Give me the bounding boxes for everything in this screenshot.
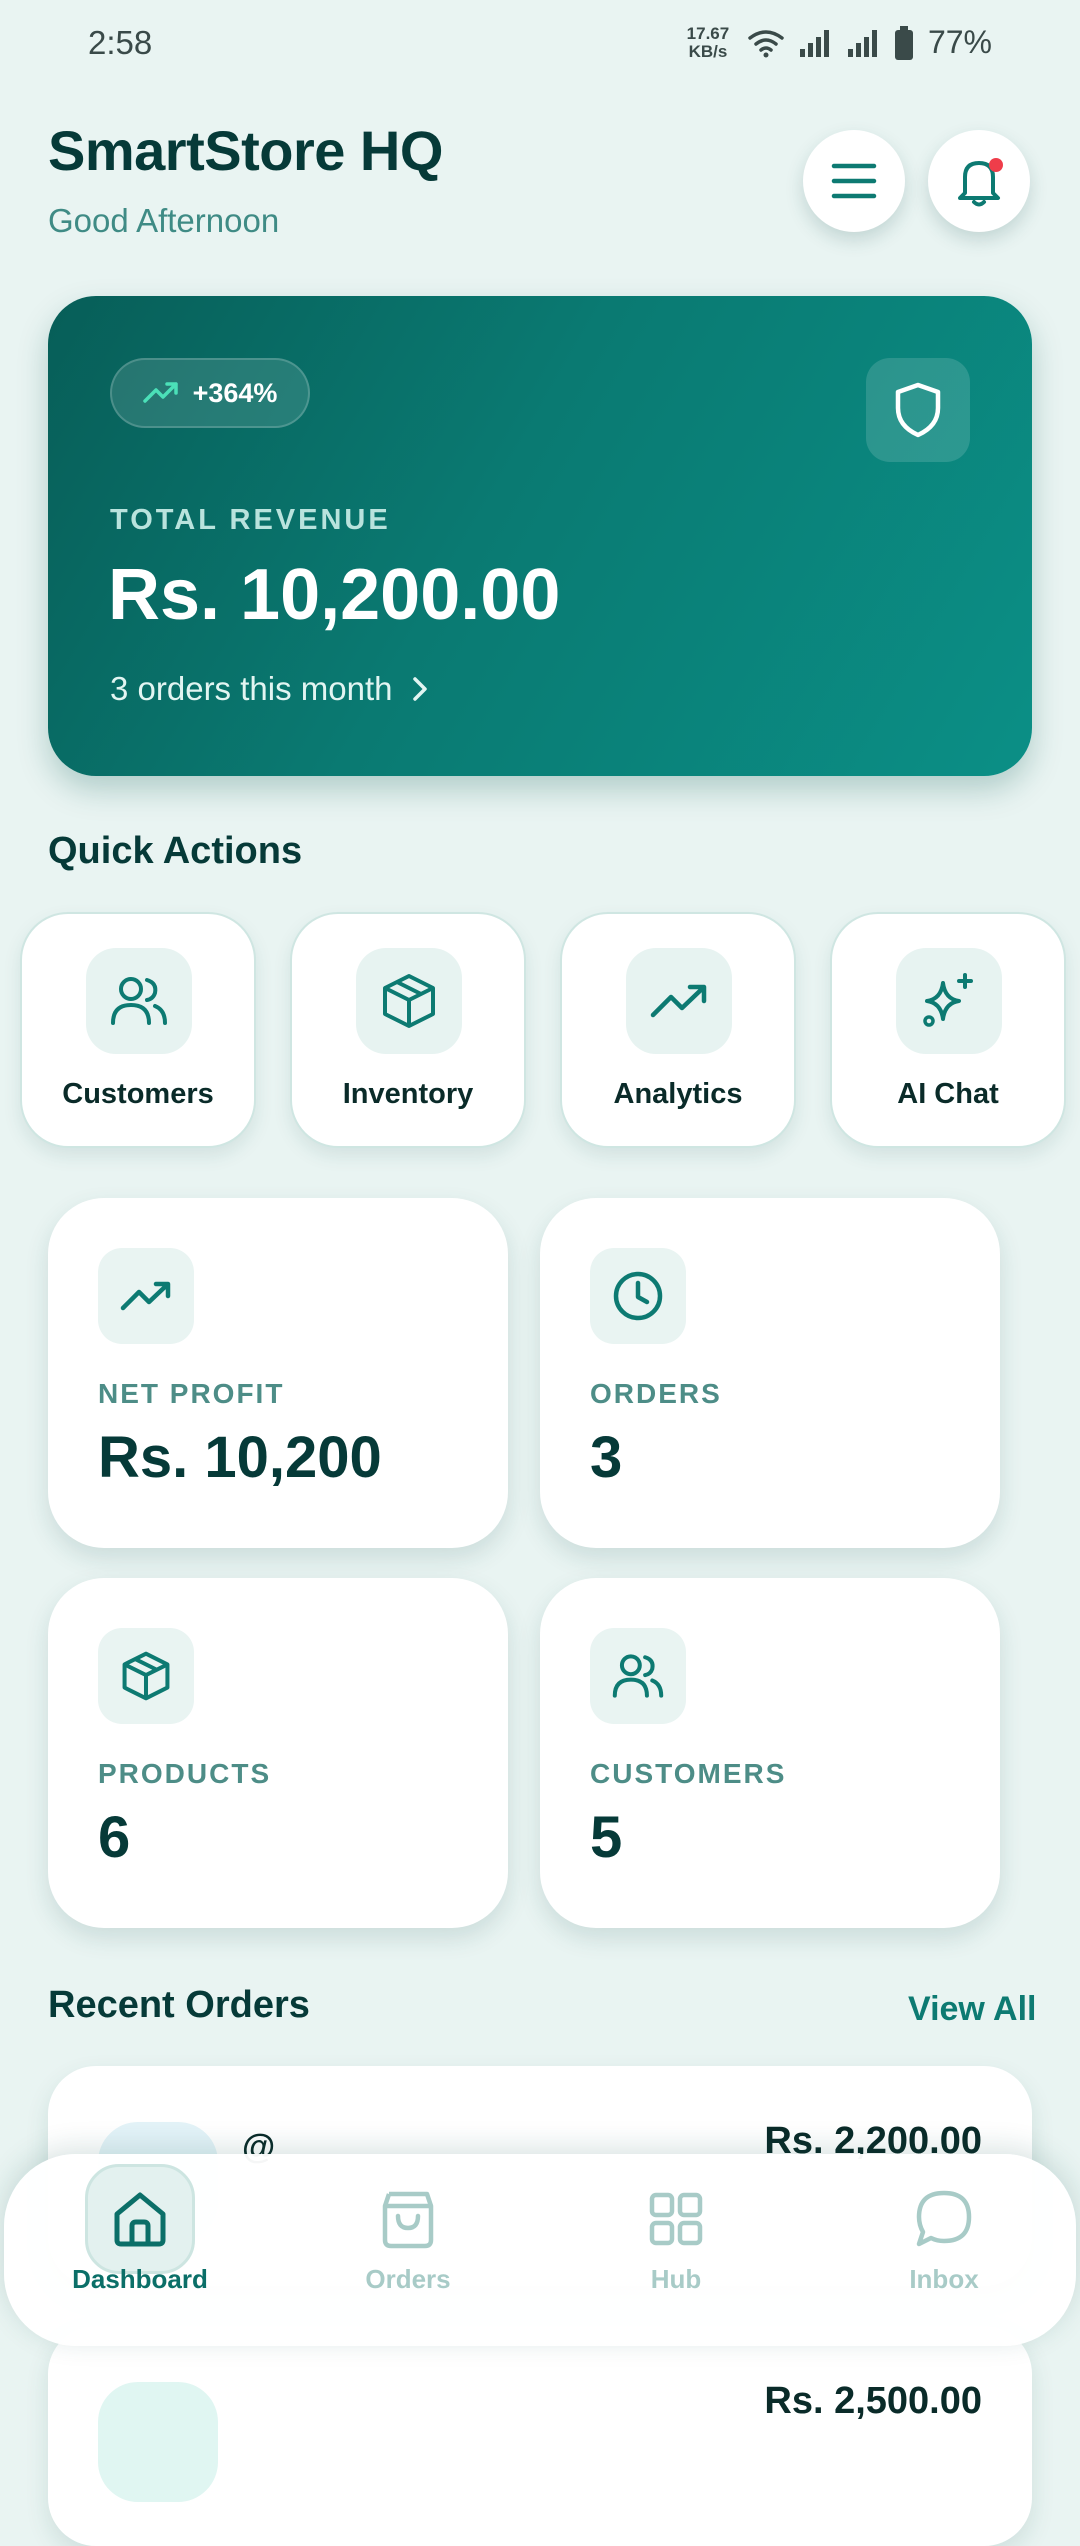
nav-orders[interactable]: Orders [274, 2154, 542, 2346]
stat-icon-wrap [98, 1248, 194, 1344]
revenue-card[interactable]: +364% TOTAL REVENUE Rs. 10,200.00 3 orde… [48, 296, 1032, 776]
users-icon [612, 1654, 664, 1698]
quick-action-inventory[interactable]: Inventory [290, 912, 526, 1148]
stat-value: 3 [590, 1425, 623, 1490]
notifications-button[interactable] [928, 130, 1030, 232]
sparkles-icon [923, 973, 973, 1027]
quick-action-label: AI Chat [897, 1078, 999, 1110]
grid-icon [649, 2192, 703, 2246]
shield-badge [866, 358, 970, 462]
quick-actions-title: Quick Actions [48, 830, 303, 872]
stat-icon-wrap [98, 1628, 194, 1724]
quick-action-icon-wrap [896, 948, 1002, 1054]
stat-label: ORDERS [590, 1378, 722, 1409]
view-all-link[interactable]: View All [908, 1990, 1037, 2029]
quick-action-icon-wrap [356, 948, 462, 1054]
nav-label: Dashboard [72, 2264, 208, 2294]
nav-inbox[interactable]: Inbox [810, 2154, 1078, 2346]
stat-value: 6 [98, 1805, 131, 1870]
status-icons: 17.67 KB/s 77% [682, 24, 992, 61]
order-card[interactable]: Rs. 2,500.00 [48, 2326, 1032, 2546]
battery-icon [894, 25, 913, 60]
network-speed: 17.67 KB/s [682, 23, 734, 61]
shield-icon [895, 382, 941, 438]
stat-icon-wrap [590, 1628, 686, 1724]
orders-summary-link[interactable]: 3 orders this month [110, 670, 428, 708]
quick-action-label: Customers [62, 1078, 214, 1110]
order-avatar [98, 2382, 218, 2502]
nav-label: Orders [365, 2264, 451, 2294]
bottom-navigation: Dashboard Orders Hub Inbox [4, 2154, 1076, 2346]
quick-action-ai-chat[interactable]: AI Chat [830, 912, 1066, 1148]
nav-dashboard[interactable]: Dashboard [6, 2154, 274, 2346]
stat-card-orders[interactable]: ORDERS 3 [540, 1198, 1000, 1548]
box-icon [122, 1651, 170, 1701]
page-title: SmartStore HQ [48, 119, 443, 182]
orders-summary-text: 3 orders this month [110, 670, 393, 707]
nav-label: Hub [650, 2264, 702, 2294]
network-speed-value: 17.67 [686, 23, 730, 43]
wifi-icon [748, 29, 784, 57]
nav-icon-wrap [889, 2164, 999, 2274]
greeting-text: Good Afternoon [48, 202, 280, 239]
chat-bubble-icon [916, 2190, 972, 2247]
stat-card-customers[interactable]: CUSTOMERS 5 [540, 1578, 1000, 1928]
growth-value: +364% [192, 377, 278, 408]
signal-icon [799, 29, 829, 57]
trending-up-icon [650, 984, 707, 1018]
trending-up-icon [120, 1281, 171, 1311]
trending-up-icon [142, 382, 178, 403]
quick-action-customers[interactable]: Customers [20, 912, 256, 1148]
nav-icon-wrap [85, 2164, 195, 2274]
stat-card-net-profit[interactable]: NET PROFIT Rs. 10,200 [48, 1198, 508, 1548]
stat-label: CUSTOMERS [590, 1758, 787, 1789]
users-icon [111, 977, 167, 1025]
quick-action-icon-wrap [626, 948, 732, 1054]
revenue-amount: Rs. 10,200.00 [108, 555, 561, 635]
stat-value: 5 [590, 1805, 623, 1870]
quick-action-analytics[interactable]: Analytics [560, 912, 796, 1148]
menu-button[interactable] [803, 130, 905, 232]
revenue-label: TOTAL REVENUE [110, 504, 391, 536]
growth-badge: +364% [110, 358, 310, 428]
notification-dot [989, 158, 1003, 172]
network-speed-unit: KB/s [688, 41, 728, 61]
home-icon [114, 2192, 166, 2247]
quick-action-label: Inventory [342, 1078, 474, 1110]
nav-label: Inbox [909, 2264, 979, 2294]
shopping-bag-icon [382, 2191, 434, 2249]
battery-percent: 77% [927, 24, 992, 60]
stat-label: NET PROFIT [98, 1378, 285, 1409]
chevron-right-icon [413, 677, 428, 701]
clock-icon [613, 1271, 663, 1321]
stat-label: PRODUCTS [98, 1758, 272, 1789]
stat-value: Rs. 10,200 [98, 1425, 382, 1490]
signal-icon-2 [847, 29, 877, 57]
nav-icon-wrap [353, 2164, 463, 2274]
recent-orders-title: Recent Orders [48, 1984, 310, 2026]
nav-icon-wrap [621, 2164, 731, 2274]
status-time: 2:58 [88, 24, 153, 61]
hamburger-icon [831, 163, 877, 199]
stat-icon-wrap [590, 1248, 686, 1344]
nav-hub[interactable]: Hub [542, 2154, 810, 2346]
stat-card-products[interactable]: PRODUCTS 6 [48, 1578, 508, 1928]
order-amount: Rs. 2,500.00 [764, 2380, 982, 2422]
quick-action-icon-wrap [86, 948, 192, 1054]
box-icon [383, 974, 435, 1028]
quick-action-label: Analytics [613, 1078, 743, 1110]
